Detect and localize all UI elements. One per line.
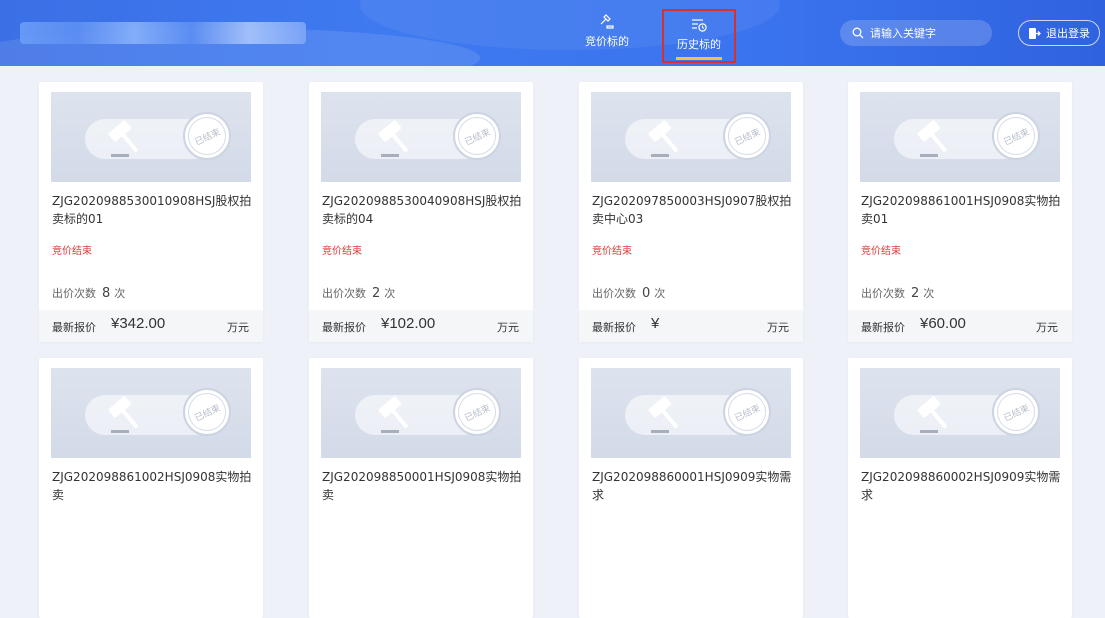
gavel-icon <box>108 120 138 157</box>
latest-price-value: ¥342.00 <box>111 315 166 332</box>
gavel-icon <box>378 120 408 157</box>
lot-card[interactable]: 已结束 ZJG202098861001HSJ0908实物拍卖01 竞价结束 出价… <box>848 82 1072 342</box>
lot-title[interactable]: ZJG202098861001HSJ0908实物拍卖01 <box>861 192 1061 228</box>
price-unit: 万元 <box>227 321 249 334</box>
ended-stamp: 已结束 <box>721 110 773 162</box>
status-badge: 竞价结束 <box>322 246 362 257</box>
search-icon <box>852 27 864 39</box>
logout-button[interactable]: 退出登录 <box>1018 20 1100 46</box>
price-unit: 万元 <box>1036 321 1058 334</box>
lot-title[interactable]: ZJG202097850003HSJ0907股权拍卖中心03 <box>592 192 792 228</box>
price-unit: 万元 <box>497 321 519 334</box>
lot-thumbnail: 已结束 <box>321 92 521 182</box>
lot-card[interactable]: 已结束 ZJG2020988530040908HSJ股权拍卖标的04 竞价结束 … <box>309 82 533 342</box>
ended-stamp: 已结束 <box>181 110 233 162</box>
lot-thumbnail: 已结束 <box>860 368 1060 458</box>
gavel-icon <box>648 120 678 157</box>
status-badge: 竞价结束 <box>861 246 901 257</box>
ended-stamp: 已结束 <box>451 386 503 438</box>
gavel-nav-icon <box>600 14 614 29</box>
bid-count-value: 2 <box>372 286 381 301</box>
lot-title[interactable]: ZJG202098860001HSJ0909实物需求 <box>592 468 792 504</box>
latest-price-value: ¥60.00 <box>920 315 966 332</box>
latest-price-value: ¥102.00 <box>381 315 436 332</box>
logout-icon <box>1029 27 1041 39</box>
search-box[interactable]: 请输入关键字 <box>840 20 992 46</box>
lot-card[interactable]: 已结束 ZJG202098861002HSJ0908实物拍卖 <box>39 358 263 618</box>
nav-item-history[interactable]: 历史标的 <box>662 9 736 63</box>
lot-thumbnail: 已结束 <box>321 368 521 458</box>
top-header: 竞价标的 历史标的 请输入关键字 退出登录 <box>0 0 1105 66</box>
lot-card[interactable]: 已结束 ZJG202097850003HSJ0907股权拍卖中心03 竞价结束 … <box>579 82 803 342</box>
bid-count: 出价次数 0 次 <box>592 285 665 301</box>
gavel-icon <box>648 396 678 433</box>
lot-thumbnail: 已结束 <box>51 368 251 458</box>
site-logo-blurred[interactable] <box>20 22 306 44</box>
lot-thumbnail: 已结束 <box>860 92 1060 182</box>
bid-count-value: 0 <box>642 286 651 301</box>
nav-item-bidding[interactable]: 竞价标的 <box>574 8 640 58</box>
bid-count-value: 8 <box>102 286 111 301</box>
bid-count-unit: 次 <box>654 287 666 300</box>
lot-thumbnail: 已结束 <box>51 92 251 182</box>
latest-price-bar: 最新报价 ¥342.00 万元 <box>39 310 263 342</box>
search-input[interactable]: 请输入关键字 <box>870 25 936 41</box>
latest-price-label: 最新报价 <box>592 321 636 334</box>
ended-stamp: 已结束 <box>451 110 503 162</box>
bid-count-label: 出价次数 <box>52 287 96 300</box>
lot-card[interactable]: 已结束 ZJG202098860001HSJ0909实物需求 <box>579 358 803 618</box>
bid-count-value: 2 <box>911 286 920 301</box>
lot-card[interactable]: 已结束 ZJG2020988530010908HSJ股权拍卖标的01 竞价结束 … <box>39 82 263 342</box>
ended-stamp: 已结束 <box>181 386 233 438</box>
ended-stamp: 已结束 <box>990 386 1042 438</box>
bid-count-unit: 次 <box>923 287 935 300</box>
nav-label: 历史标的 <box>677 38 721 51</box>
nav-label: 竞价标的 <box>585 35 629 48</box>
ended-stamp: 已结束 <box>721 386 773 438</box>
gavel-icon <box>917 396 947 433</box>
latest-price-label: 最新报价 <box>861 321 905 334</box>
latest-price-bar: 最新报价 ¥60.00 万元 <box>848 310 1072 342</box>
bid-count: 出价次数 2 次 <box>322 285 395 301</box>
active-tab-underline <box>676 57 722 60</box>
price-unit: 万元 <box>767 321 789 334</box>
history-icon <box>692 19 707 32</box>
latest-price-bar: 最新报价 ¥ 万元 <box>579 310 803 342</box>
bid-count-label: 出价次数 <box>592 287 636 300</box>
lot-title[interactable]: ZJG202098850001HSJ0908实物拍卖 <box>322 468 522 504</box>
latest-price-label: 最新报价 <box>322 321 366 334</box>
lot-title[interactable]: ZJG202098860002HSJ0909实物需求 <box>861 468 1061 504</box>
bid-count-unit: 次 <box>384 287 396 300</box>
logout-label: 退出登录 <box>1046 27 1090 40</box>
latest-price-value: ¥ <box>651 315 660 332</box>
history-lot-grid: 已结束 ZJG2020988530010908HSJ股权拍卖标的01 竞价结束 … <box>0 66 1105 618</box>
bid-count-unit: 次 <box>114 287 126 300</box>
gavel-icon <box>917 120 947 157</box>
lot-thumbnail: 已结束 <box>591 92 791 182</box>
gavel-icon <box>378 396 408 433</box>
gavel-icon <box>108 396 138 433</box>
ended-stamp: 已结束 <box>990 110 1042 162</box>
bid-count-label: 出价次数 <box>322 287 366 300</box>
bid-count-label: 出价次数 <box>861 287 905 300</box>
lot-title[interactable]: ZJG202098861002HSJ0908实物拍卖 <box>52 468 252 504</box>
latest-price-label: 最新报价 <box>52 321 96 334</box>
lot-card[interactable]: 已结束 ZJG202098850001HSJ0908实物拍卖 <box>309 358 533 618</box>
lot-title[interactable]: ZJG2020988530010908HSJ股权拍卖标的01 <box>52 192 252 228</box>
bid-count: 出价次数 8 次 <box>52 285 125 301</box>
latest-price-bar: 最新报价 ¥102.00 万元 <box>309 310 533 342</box>
lot-thumbnail: 已结束 <box>591 368 791 458</box>
bid-count: 出价次数 2 次 <box>861 285 934 301</box>
status-badge: 竞价结束 <box>52 246 92 257</box>
lot-card[interactable]: 已结束 ZJG202098860002HSJ0909实物需求 <box>848 358 1072 618</box>
status-badge: 竞价结束 <box>592 246 632 257</box>
lot-title[interactable]: ZJG2020988530040908HSJ股权拍卖标的04 <box>322 192 522 228</box>
